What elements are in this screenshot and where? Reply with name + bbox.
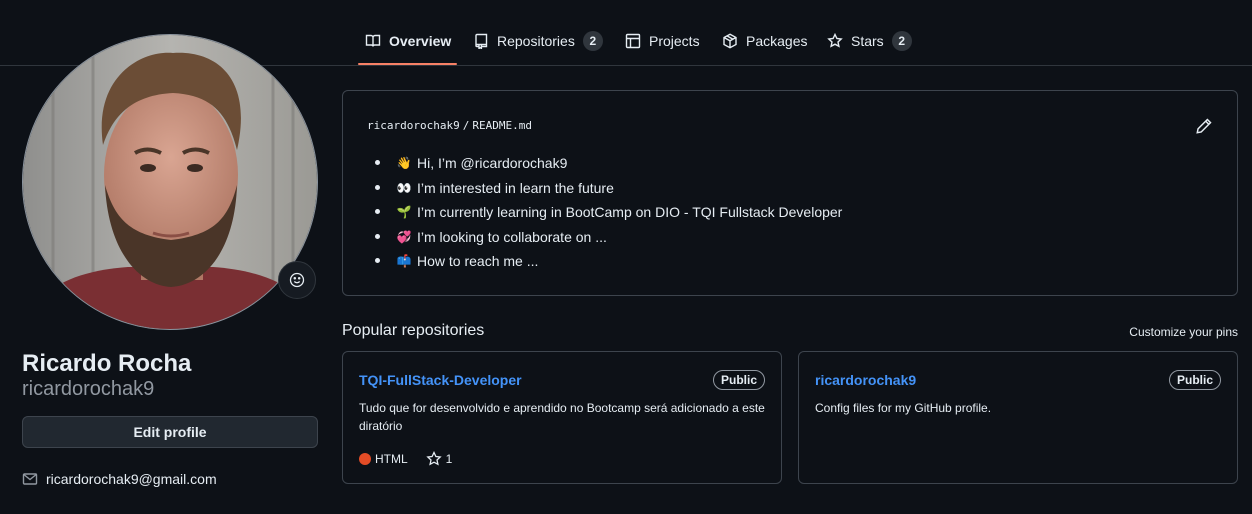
- repositories-count-badge: 2: [582, 31, 603, 51]
- active-tab-indicator: [358, 63, 457, 65]
- avatar-photo: [23, 35, 317, 329]
- readme-item-text: I’m interested in learn the future: [417, 179, 614, 196]
- repo-description: Tudo que for desenvolvido e aprendido no…: [359, 401, 765, 433]
- tab-repositories[interactable]: Repositories 2: [473, 28, 603, 54]
- readme-path-separator: /: [462, 119, 470, 132]
- tab-overview[interactable]: Overview: [365, 28, 451, 54]
- readme-list: 👋 Hi, I’m @ricardorochak9 👀 I’m interested…: [375, 151, 842, 274]
- repo-card: TQI-FullStack-Developer Public Tudo que …: [342, 351, 782, 484]
- mail-icon: [22, 473, 38, 485]
- waving-hand-emoji: 👋: [396, 156, 412, 171]
- list-item: 📫 How to reach me ...: [375, 249, 842, 274]
- profile-email[interactable]: ricardorochak9@gmail.com: [22, 471, 217, 487]
- mailbox-emoji: 📫: [396, 254, 412, 269]
- package-icon: [723, 33, 737, 49]
- tab-stars-label: Stars: [851, 33, 884, 49]
- profile-email-text[interactable]: ricardorochak9@gmail.com: [46, 471, 217, 487]
- readme-item-text: Hi, I’m @ricardorochak9: [417, 155, 568, 172]
- project-table-icon: [625, 33, 641, 49]
- readme-filename[interactable]: README.md: [472, 119, 532, 132]
- pencil-icon[interactable]: [1195, 117, 1213, 135]
- language-color-dot: [359, 453, 371, 465]
- hearts-emoji: 💞️: [396, 229, 412, 244]
- readme-item-text: I’m currently learning in BootCamp on DI…: [417, 204, 843, 221]
- list-item: 💞️ I’m looking to collaborate on ...: [375, 225, 842, 250]
- visibility-badge: Public: [712, 370, 765, 390]
- visibility-badge: Public: [1168, 370, 1221, 390]
- star-icon: [827, 33, 843, 48]
- customize-pins-link[interactable]: Customize your pins: [1129, 325, 1238, 339]
- tab-projects-label: Projects: [649, 33, 700, 49]
- readme-item-text: How to reach me ...: [417, 253, 539, 270]
- repo-name-link[interactable]: TQI-FullStack-Developer: [359, 372, 522, 388]
- readme-owner[interactable]: ricardorochak9: [367, 119, 460, 132]
- avatar[interactable]: [22, 34, 318, 330]
- list-item: 🌱 I’m currently learning in BootCamp on D…: [375, 200, 842, 225]
- edit-profile-button[interactable]: Edit profile: [22, 416, 318, 448]
- set-status-button[interactable]: [278, 261, 316, 299]
- tab-projects[interactable]: Projects: [625, 28, 700, 54]
- list-item: 👀 I’m interested in learn the future: [375, 176, 842, 201]
- repo-card: ricardorochak9 Public Config files for m…: [798, 351, 1238, 484]
- stars-count-badge: 2: [891, 31, 912, 51]
- profile-fullname: Ricardo Rocha: [22, 350, 192, 377]
- readme-path: ricardorochak9/README.md: [367, 119, 532, 132]
- repo-meta: HTML 1: [359, 451, 452, 467]
- repo-description: Config files for my GitHub profile.: [815, 401, 992, 415]
- readme-box: ricardorochak9/README.md 👋 Hi, I’m @ricar…: [342, 90, 1238, 296]
- tab-packages-label: Packages: [746, 33, 808, 49]
- repo-language: HTML: [375, 452, 408, 466]
- repo-stars-count: 1: [445, 452, 453, 466]
- repo-stars-link[interactable]: 1: [426, 451, 453, 467]
- eyes-emoji: 👀: [396, 180, 412, 195]
- star-icon: [426, 451, 442, 466]
- tab-packages[interactable]: Packages: [722, 28, 807, 54]
- tab-stars[interactable]: Stars 2: [827, 28, 912, 54]
- readme-item-text: I’m looking to collaborate on ...: [417, 228, 607, 245]
- tab-repositories-label: Repositories: [497, 33, 575, 49]
- smiley-icon: [289, 272, 305, 288]
- tab-overview-label: Overview: [389, 33, 452, 49]
- book-icon: [365, 34, 381, 47]
- repo-name-link[interactable]: ricardorochak9: [815, 372, 916, 388]
- popular-repositories-heading: Popular repositories: [342, 322, 485, 339]
- repo-icon: [475, 33, 488, 49]
- list-item: 👋 Hi, I’m @ricardorochak9: [375, 151, 842, 176]
- profile-username: ricardorochak9: [22, 378, 155, 400]
- seedling-emoji: 🌱: [396, 205, 412, 220]
